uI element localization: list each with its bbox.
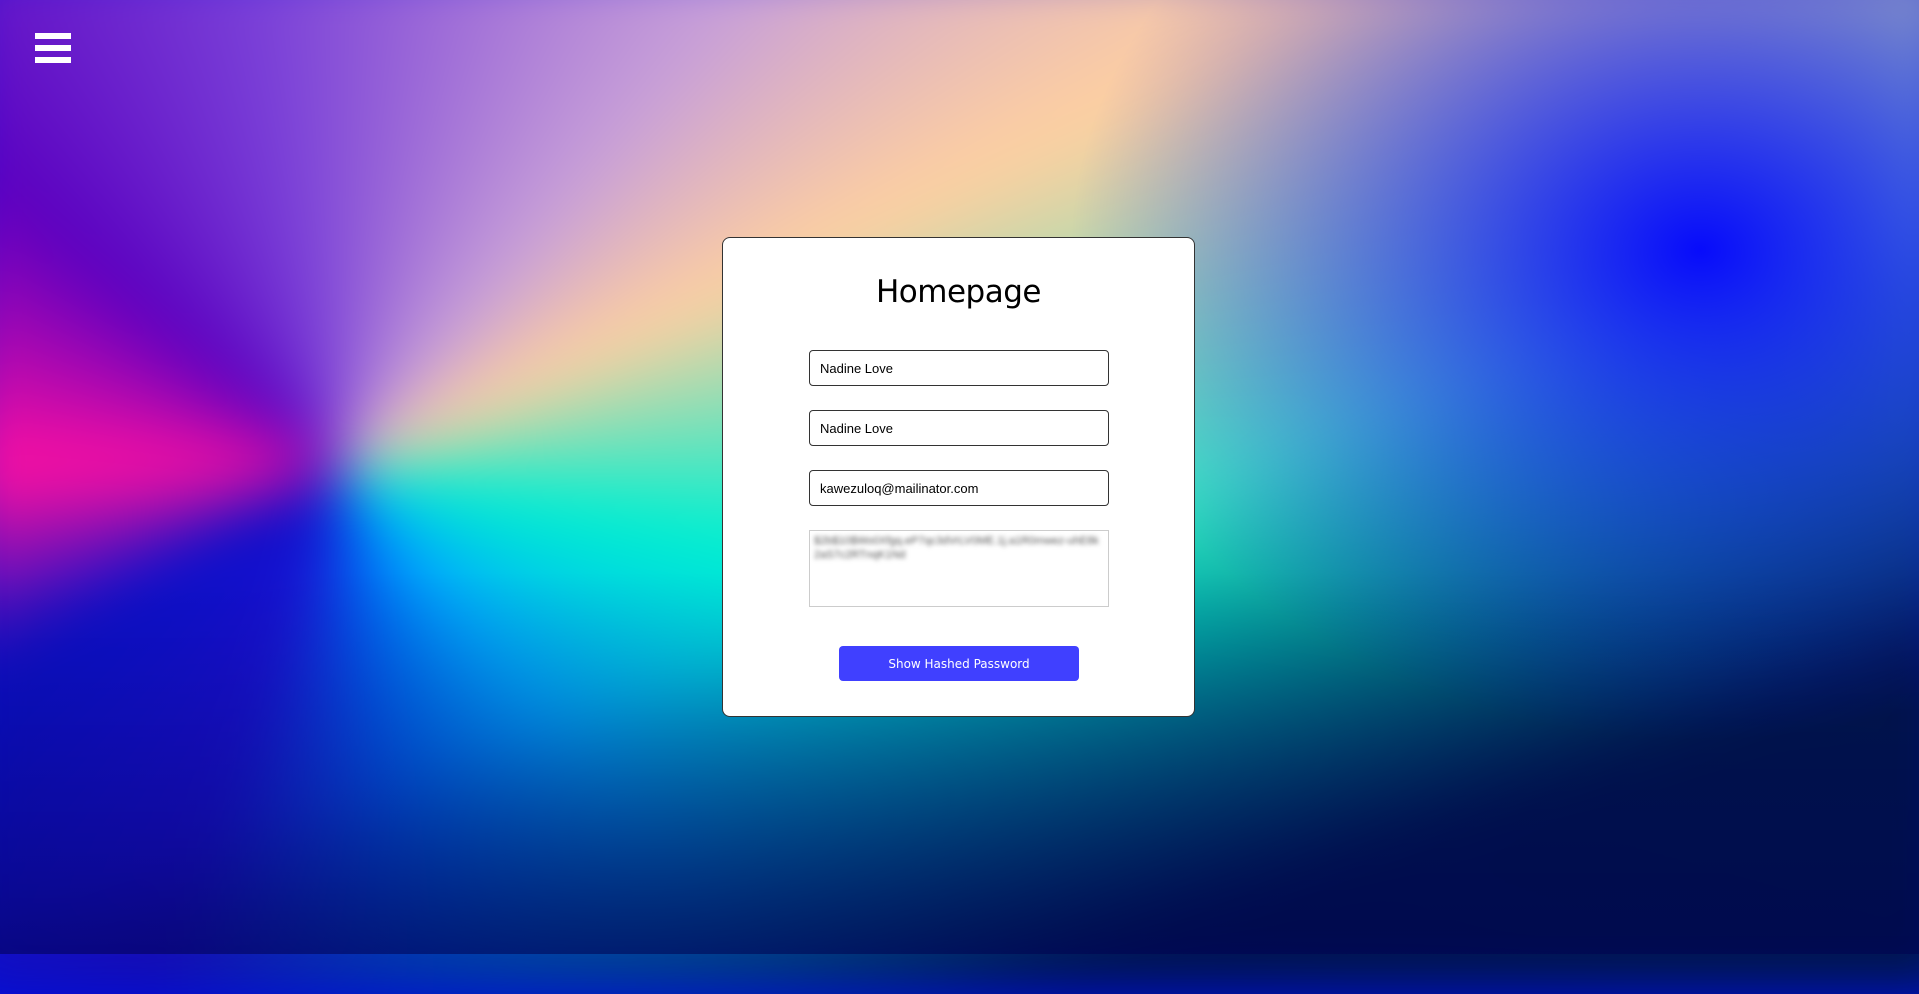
show-hashed-password-button[interactable]: Show Hashed Password bbox=[839, 646, 1079, 681]
first-name-input[interactable] bbox=[809, 350, 1109, 386]
profile-card: Homepage $2b$10$Wo0Xfgq.eP7qc3dVrLV0ME.1… bbox=[722, 237, 1195, 717]
hamburger-menu-icon[interactable] bbox=[35, 33, 71, 63]
menu-bar bbox=[35, 33, 71, 39]
hashed-password-text: $2b$10$Wo0Xfgq.eP7qc3dVrLV0ME.1j.a1R0mwe… bbox=[814, 535, 1099, 561]
page-title: Homepage bbox=[876, 274, 1041, 310]
email-input[interactable] bbox=[809, 470, 1109, 506]
last-name-input[interactable] bbox=[809, 410, 1109, 446]
hashed-password-textarea[interactable]: $2b$10$Wo0Xfgq.eP7qc3dVrLV0ME.1j.a1R0mwe… bbox=[809, 530, 1109, 607]
menu-bar bbox=[35, 45, 71, 51]
menu-bar bbox=[35, 57, 71, 63]
